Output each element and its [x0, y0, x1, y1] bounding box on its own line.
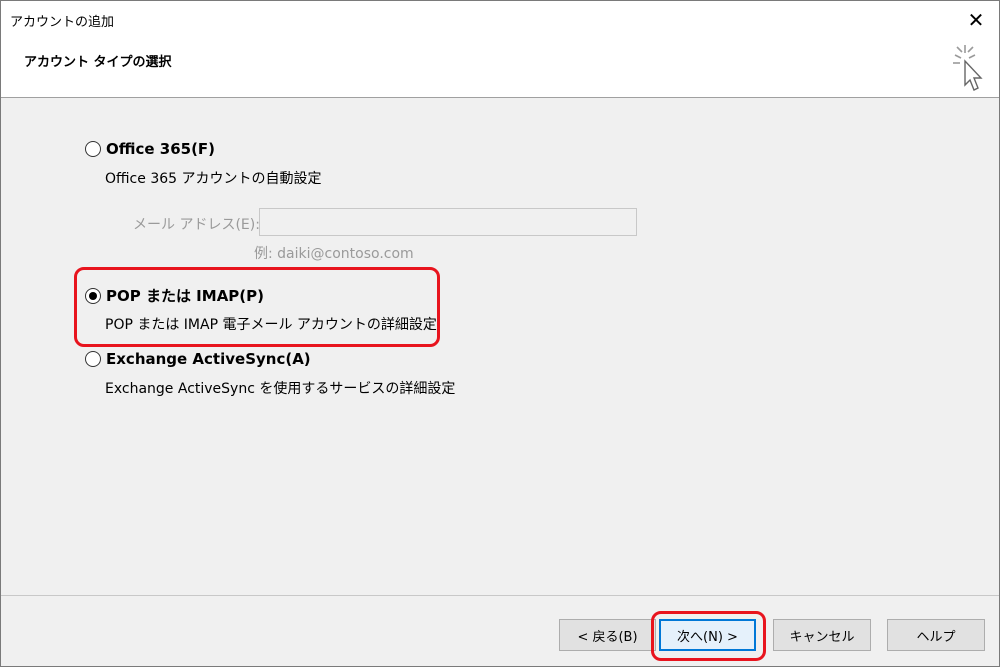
office365-label: Office 365(F) [106, 140, 216, 158]
email-example: 例: daiki@contoso.com [254, 246, 414, 262]
office365-option[interactable]: Office 365(F) [85, 140, 215, 158]
pop-imap-highlight [74, 267, 440, 347]
close-icon: ✕ [967, 8, 985, 32]
email-input[interactable] [259, 208, 637, 236]
content-area: Office 365(F) Office 365 アカウントの自動設定 メール … [1, 98, 999, 595]
radio-selected-dot [89, 291, 97, 300]
office365-description: Office 365 アカウントの自動設定 [105, 171, 322, 187]
back-button[interactable]: < 戻る(B) [559, 619, 656, 651]
email-label: メール アドレス(E): [133, 217, 260, 233]
pop-imap-option[interactable]: POP または IMAP(P) [85, 285, 264, 306]
account-add-dialog: アカウントの追加 ✕ アカウント タイプの選択 Office 365(F) Of… [0, 0, 1000, 667]
close-button[interactable]: ✕ [953, 1, 999, 39]
next-button[interactable]: 次へ(N) > [659, 619, 756, 651]
help-button[interactable]: ヘルプ [887, 619, 985, 651]
title-bar: アカウントの追加 ✕ [1, 1, 999, 39]
wizard-header: アカウント タイプの選択 [1, 39, 999, 98]
cancel-button[interactable]: キャンセル [773, 619, 871, 651]
exchange-radio[interactable] [85, 351, 101, 367]
exchange-option[interactable]: Exchange ActiveSync(A) [85, 350, 311, 368]
wizard-cursor-icon [953, 45, 983, 91]
page-title: アカウント タイプの選択 [24, 55, 172, 70]
window-title: アカウントの追加 [10, 15, 115, 30]
pop-imap-label: POP または IMAP(P) [106, 287, 264, 305]
office365-radio[interactable] [85, 141, 101, 157]
pop-imap-radio[interactable] [85, 287, 101, 304]
exchange-label: Exchange ActiveSync(A) [106, 350, 311, 368]
pop-imap-description: POP または IMAP 電子メール アカウントの詳細設定 [105, 317, 437, 333]
exchange-description: Exchange ActiveSync を使用するサービスの詳細設定 [105, 381, 456, 397]
wizard-footer: < 戻る(B) 次へ(N) > キャンセル ヘルプ [1, 595, 999, 666]
